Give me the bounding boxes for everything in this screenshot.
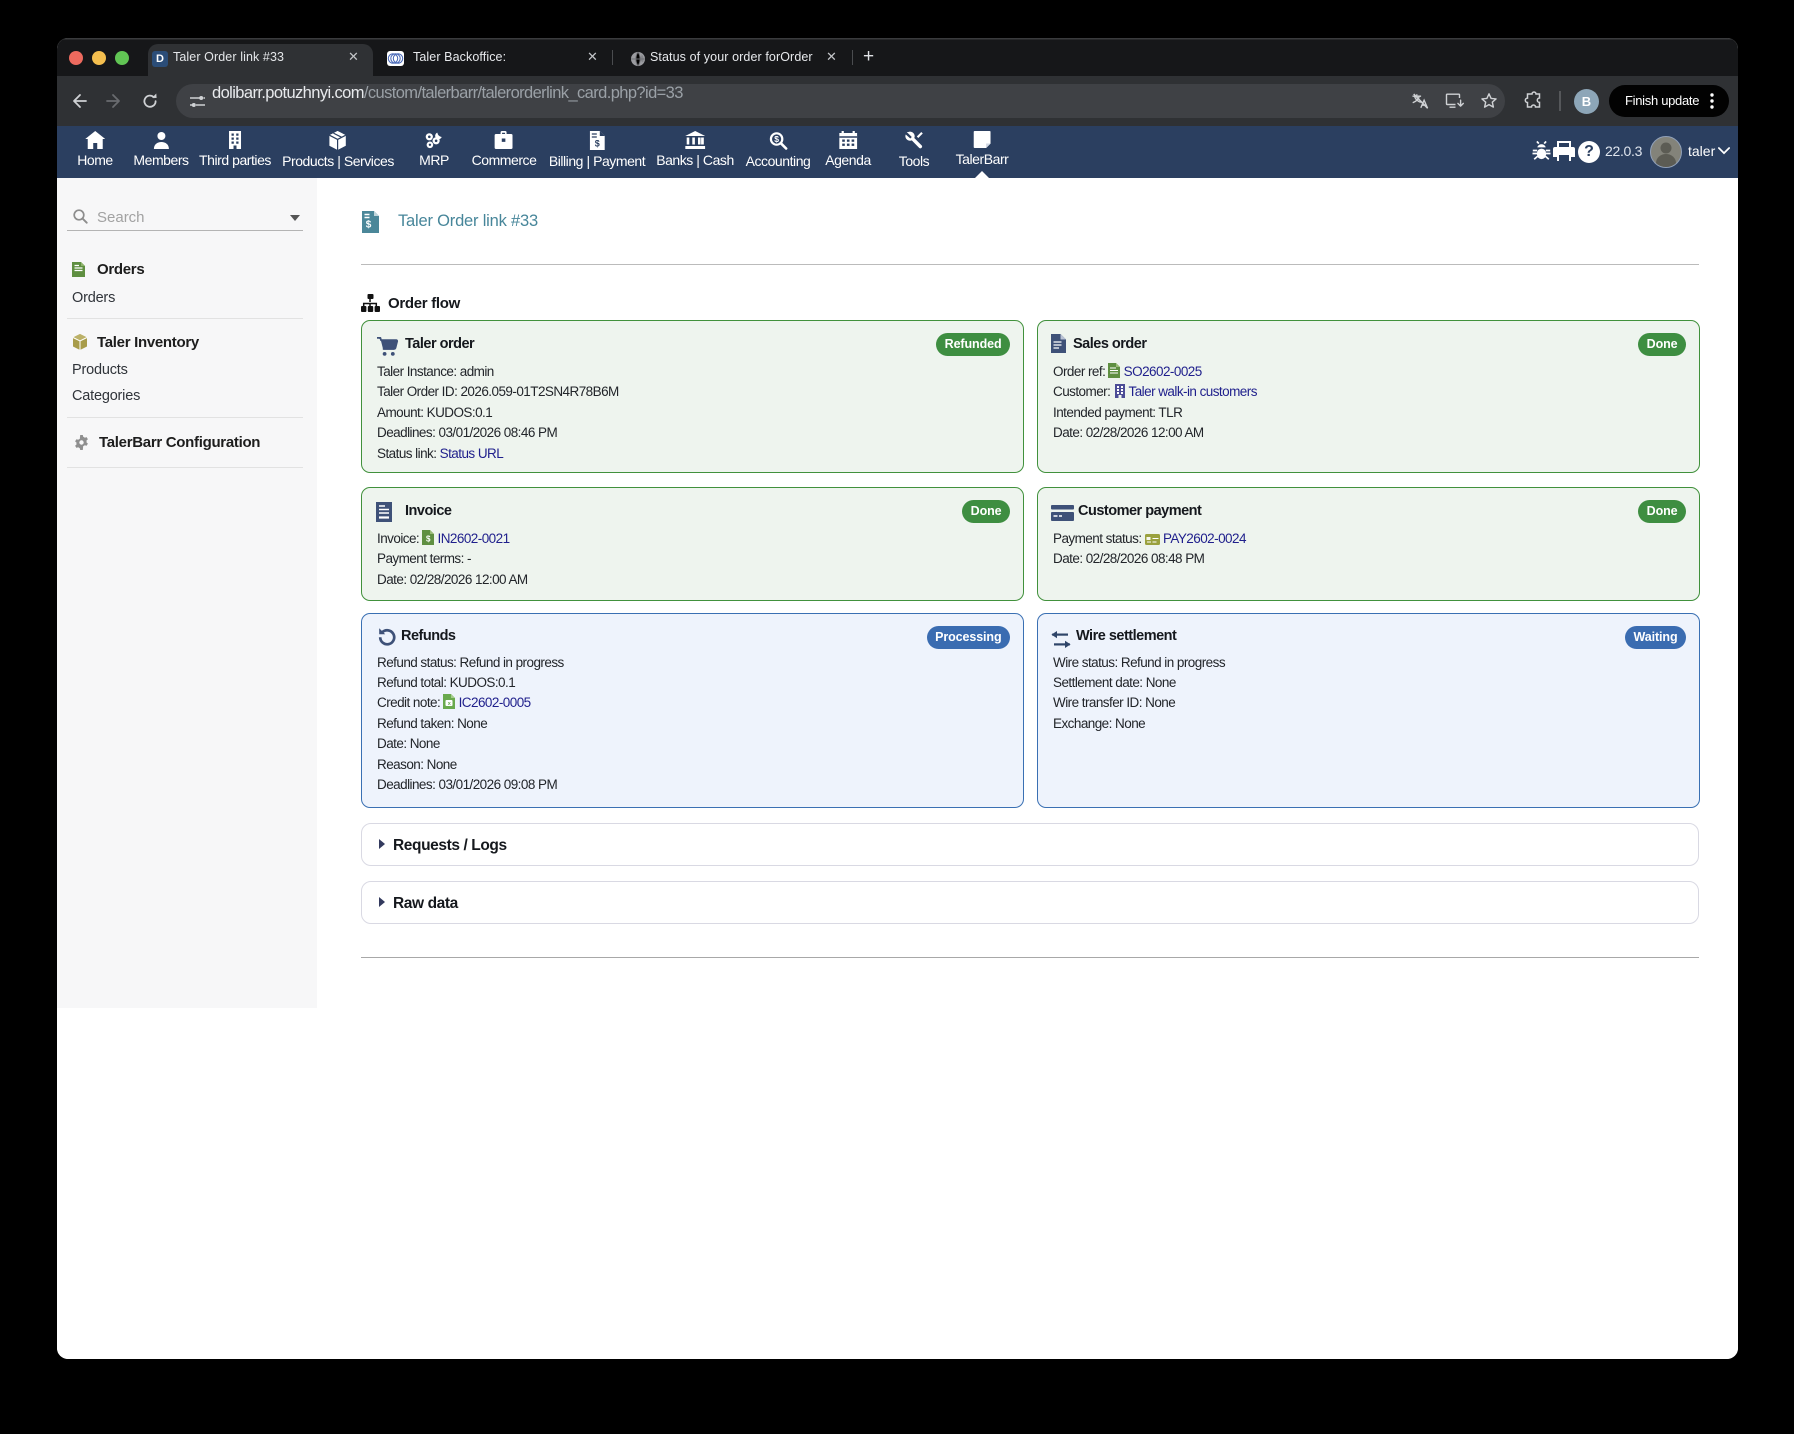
svg-text:$: $	[774, 134, 779, 144]
svg-text:$: $	[594, 139, 599, 149]
svg-text:$: $	[366, 220, 372, 231]
